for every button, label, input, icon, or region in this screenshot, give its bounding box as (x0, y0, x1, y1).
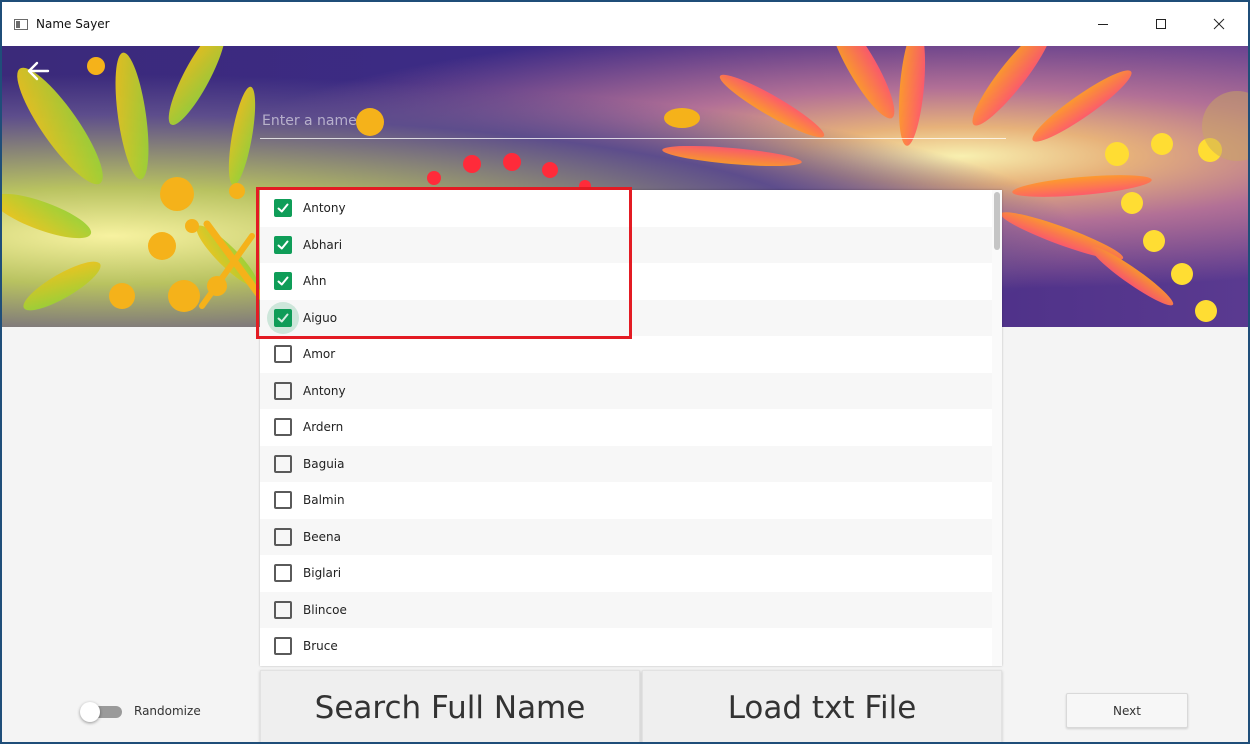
list-item-label: Bruce (303, 639, 338, 654)
list-scrollbar[interactable] (992, 190, 1002, 666)
list-item[interactable]: Beena (260, 518, 1002, 555)
list-item-label: Amor (303, 347, 336, 362)
list-item-label: Blincoe (303, 602, 347, 617)
checkbox[interactable] (274, 381, 292, 400)
name-search-input[interactable] (260, 104, 1006, 139)
list-item-label: Biglari (303, 566, 342, 581)
window-controls (1074, 2, 1248, 46)
search-full-name-button[interactable]: Search Full Name (260, 670, 640, 742)
list-item-label: Ardern (303, 420, 344, 435)
toggle-knob (80, 702, 100, 722)
randomize-toggle[interactable] (80, 702, 122, 722)
list-item[interactable]: Antony (260, 372, 1002, 409)
close-icon (1213, 18, 1225, 30)
list-item[interactable]: Ardern (260, 409, 1002, 446)
maximize-icon (1156, 19, 1166, 29)
list-item-label: Baguia (303, 456, 345, 471)
checkbox[interactable] (274, 454, 292, 473)
list-item-label: Balmin (303, 493, 345, 508)
list-item[interactable]: Biglari (260, 555, 1002, 592)
checkbox[interactable] (274, 600, 292, 619)
list-item[interactable]: Baguia (260, 445, 1002, 482)
back-arrow-icon[interactable] (26, 58, 52, 84)
scrollbar-thumb[interactable] (994, 192, 1000, 250)
next-button[interactable]: Next (1066, 693, 1188, 728)
list-item-label: Beena (303, 529, 341, 544)
list-item[interactable]: Amor (260, 336, 1002, 373)
list-item[interactable]: Balmin (260, 482, 1002, 519)
checkbox[interactable] (274, 637, 292, 656)
minimize-button[interactable] (1074, 2, 1132, 46)
list-item[interactable]: Blincoe (260, 591, 1002, 628)
window-title: Name Sayer (36, 17, 110, 31)
minimize-icon (1098, 24, 1108, 25)
checkbox[interactable] (274, 527, 292, 546)
checkbox[interactable] (274, 418, 292, 437)
app-window: Name Sayer Enter a name Antony Abhari Ah… (0, 0, 1250, 744)
randomize-label: Randomize (134, 704, 201, 718)
app-icon (14, 18, 28, 30)
checkbox[interactable] (274, 564, 292, 583)
list-item-label: Antony (303, 383, 346, 398)
checkbox[interactable] (274, 345, 292, 364)
title-bar[interactable]: Name Sayer (2, 2, 1248, 46)
close-button[interactable] (1190, 2, 1248, 46)
checkbox[interactable] (274, 491, 292, 510)
load-txt-file-button[interactable]: Load txt File (642, 670, 1002, 742)
maximize-button[interactable] (1132, 2, 1190, 46)
selection-highlight-box (256, 187, 632, 339)
list-item[interactable]: Bruce (260, 628, 1002, 665)
